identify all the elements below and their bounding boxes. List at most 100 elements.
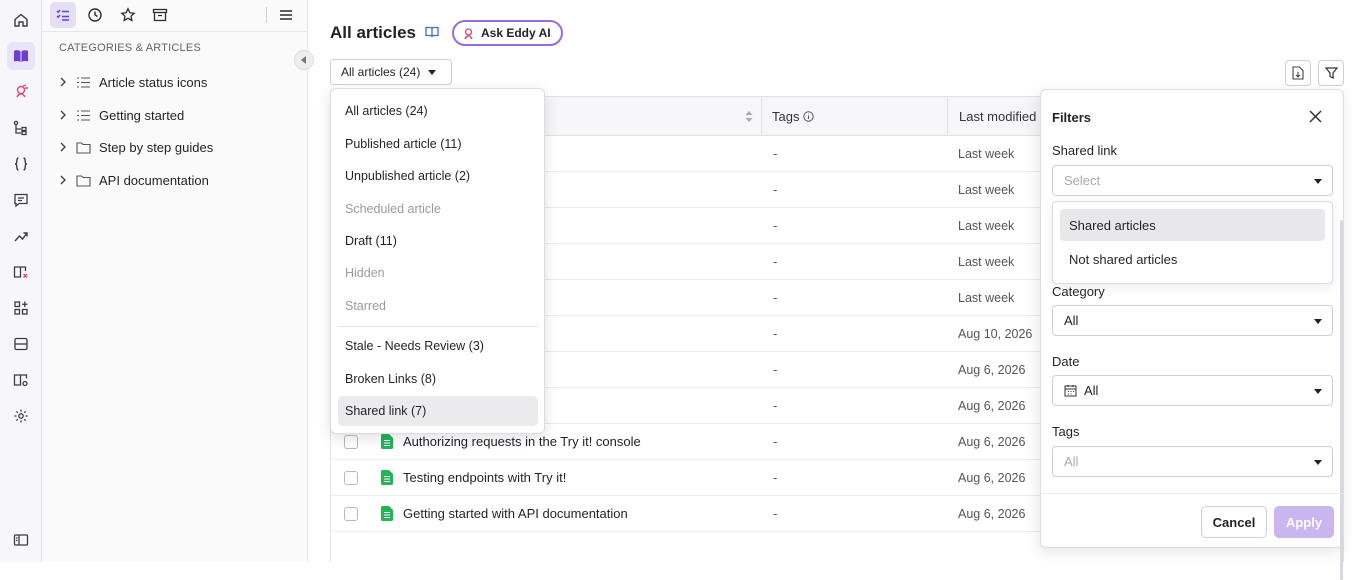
home-icon[interactable] [7,6,35,34]
article-tags: - [773,218,778,233]
column-last-modified-label: Last modified [959,109,1037,124]
caret-down-icon [1314,179,1322,184]
article-tags: - [773,506,778,521]
article-last-modified: Aug 10, 2026 [958,327,1033,341]
shared-link-select[interactable]: Select [1052,165,1333,196]
article-tags: - [773,326,778,341]
document-icon [381,506,393,524]
filter-icon [1324,67,1338,79]
view-option: Scheduled article [345,202,441,216]
view-option[interactable]: All articles (24) [338,96,538,126]
article-tags: - [773,254,778,269]
checklist-icon[interactable] [50,2,76,28]
tree-item-getting-started[interactable]: Getting started [56,104,184,126]
option-not-shared-articles[interactable]: Not shared articles [1060,243,1325,275]
option-shared-articles[interactable]: Shared articles [1060,209,1325,241]
storage-icon[interactable] [7,330,35,358]
chevron-right-icon[interactable] [56,142,70,152]
filters-panel: Filters Shared link Select Shared articl… [1040,89,1344,580]
view-option[interactable]: Broken Links (8) [338,364,538,394]
caret-down-icon [1314,460,1322,465]
archive-icon[interactable] [147,2,173,28]
analytics-icon[interactable] [7,222,35,250]
article-last-modified: Last week [958,291,1015,305]
filter-button[interactable] [1318,60,1344,86]
title-sort-icon[interactable] [745,97,753,136]
shared-link-options: Shared articles Not shared articles [1052,201,1333,284]
article-view-select[interactable]: All articles (24) [330,59,452,85]
eddy-icon [464,27,473,39]
book-settings-icon[interactable] [7,366,35,394]
document-icon [381,434,393,452]
tree-item-article-status-icons[interactable]: Article status icons [56,71,207,93]
chevron-right-icon[interactable] [56,110,70,120]
article-title[interactable]: Getting started with API documentation [403,506,628,521]
clock-icon[interactable] [82,2,108,28]
article-last-modified: Aug 6, 2026 [958,471,1026,485]
row-checkbox[interactable] [344,471,358,485]
folder-icon [76,174,92,187]
book-x-icon[interactable] [7,258,35,286]
apply-button[interactable]: Apply [1274,506,1334,538]
book-open-icon[interactable] [425,26,439,41]
cancel-button[interactable]: Cancel [1201,506,1267,538]
shared-link-label: Shared link [1052,143,1118,158]
sidebar-toolbar [42,0,308,32]
view-option[interactable]: Draft (11) [338,226,538,256]
date-label: Date [1052,354,1080,369]
menu-icon[interactable] [273,2,299,28]
export-file-icon [1292,66,1304,80]
tags-placeholder: All [1064,454,1079,469]
export-button[interactable] [1285,60,1311,86]
column-tags[interactable]: Tags [772,97,815,136]
braces-icon[interactable] [7,150,35,178]
sidebar-heading: CATEGORIES & ARTICLES [59,42,201,54]
article-tags: - [773,434,778,449]
view-option[interactable]: Published article (11) [338,129,538,159]
list-icon [76,109,92,122]
filters-title: Filters [1052,110,1092,125]
article-last-modified: Last week [958,183,1015,197]
ask-eddy-ai-button[interactable]: Ask Eddy AI [452,20,563,46]
column-last-modified[interactable]: Last modified [959,97,1036,136]
chevron-right-icon[interactable] [56,77,70,87]
article-last-modified: Aug 6, 2026 [958,399,1026,413]
article-tags: - [773,398,778,413]
view-option[interactable]: Stale - Needs Review (3) [338,331,538,361]
article-title[interactable]: Testing endpoints with Try it! [403,470,566,485]
caret-down-icon [1314,389,1322,394]
workflow-icon[interactable] [7,114,35,142]
eddy-ai-icon[interactable] [7,78,35,106]
article-last-modified: Aug 6, 2026 [958,507,1026,521]
chevron-left-icon [301,56,306,64]
tree-item-label: Step by step guides [99,139,214,155]
star-icon[interactable] [115,2,141,28]
apps-icon[interactable] [7,294,35,322]
tags-select[interactable]: All [1052,446,1333,477]
caret-down-icon [428,69,437,75]
article-view-dropdown: All articles (24) Published article (11) U… [330,88,545,434]
list-icon [76,76,92,89]
toolbar-divider [266,7,267,23]
chevron-right-icon[interactable] [56,175,70,185]
tree-item-api-documentation[interactable]: API documentation [56,169,209,191]
date-select[interactable]: All [1052,375,1333,406]
gear-icon[interactable] [7,402,35,430]
caret-down-icon [1314,319,1322,324]
view-option[interactable]: Unpublished article (2) [338,161,538,191]
article-last-modified: Last week [958,147,1015,161]
article-last-modified: Aug 6, 2026 [958,435,1026,449]
page-title: All articles [330,23,416,42]
row-checkbox[interactable] [344,435,358,449]
close-icon[interactable] [1309,110,1322,126]
panel-icon[interactable] [7,526,35,554]
comment-icon[interactable] [7,186,35,214]
view-option[interactable]: Shared link (7) [338,396,538,426]
tree-item-step-by-step-guides[interactable]: Step by step guides [56,136,213,158]
article-title[interactable]: Authorizing requests in the Try it! cons… [403,434,641,449]
article-last-modified: Last week [958,255,1015,269]
category-select[interactable]: All [1052,305,1333,336]
book-icon[interactable] [7,42,35,70]
article-last-modified: Aug 6, 2026 [958,363,1026,377]
row-checkbox[interactable] [344,507,358,521]
